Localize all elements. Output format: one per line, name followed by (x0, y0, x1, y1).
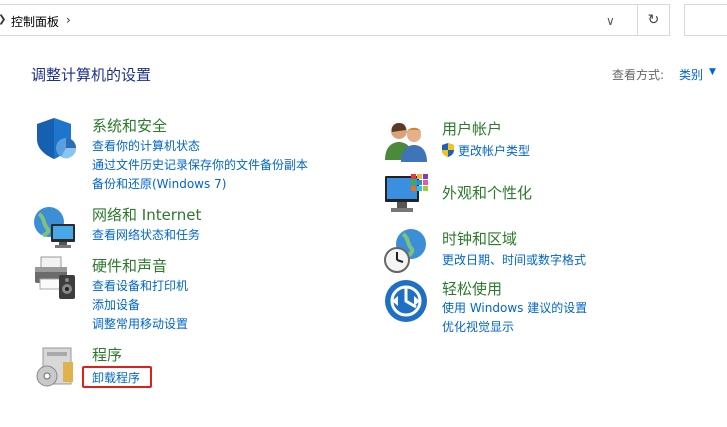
category-title[interactable]: 网络和 Internet (92, 204, 201, 225)
clock-globe-icon[interactable] (383, 228, 429, 274)
category-title[interactable]: 时钟和区域 (442, 228, 517, 249)
breadcrumb-chevron-icon[interactable]: › (66, 13, 71, 27)
chevron-down-icon[interactable]: ∨ (606, 14, 615, 28)
link-date-time-format[interactable]: 更改日期、时间或数字格式 (442, 251, 586, 268)
link-devices-printers[interactable]: 查看设备和打印机 (92, 277, 188, 294)
users-icon[interactable] (383, 118, 429, 164)
category-title[interactable]: 外观和个性化 (442, 182, 532, 203)
category-title[interactable]: 程序 (92, 344, 122, 365)
link-network-status[interactable]: 查看网络状态和任务 (92, 226, 200, 243)
refresh-icon: ↻ (647, 12, 660, 28)
view-by-label: 查看方式: (612, 68, 665, 82)
category-title[interactable]: 硬件和声音 (92, 255, 167, 276)
programs-disc-icon[interactable] (33, 344, 79, 390)
highlight-box (82, 366, 152, 388)
link-backup-restore[interactable]: 备份和还原(Windows 7) (92, 175, 226, 192)
link-mobility-settings[interactable]: 调整常用移动设置 (92, 315, 188, 332)
link-change-account-type[interactable]: 更改帐户类型 (458, 142, 530, 159)
link-view-computer-status[interactable]: 查看你的计算机状态 (92, 137, 200, 154)
accessibility-icon[interactable] (383, 278, 429, 324)
network-globe-icon[interactable] (33, 204, 79, 250)
refresh-button[interactable]: ↻ (638, 4, 670, 36)
shield-icon[interactable] (33, 115, 79, 161)
link-optimize-visual-display[interactable]: 优化视觉显示 (442, 318, 514, 335)
monitor-palette-icon[interactable] (383, 172, 429, 218)
chevron-down-icon[interactable]: ▼ (709, 67, 716, 77)
link-add-device[interactable]: 添加设备 (92, 296, 140, 313)
view-by-dropdown[interactable]: 类别 (679, 66, 703, 83)
link-file-history-backup[interactable]: 通过文件历史记录保存你的文件备份副本 (92, 156, 308, 173)
category-title[interactable]: 轻松使用 (442, 278, 502, 299)
breadcrumb-control-panel[interactable]: 控制面板 (11, 13, 59, 30)
breadcrumb-chevron-icon: ❯ (0, 14, 6, 25)
category-title[interactable]: 系统和安全 (92, 115, 167, 136)
search-input[interactable] (684, 4, 727, 36)
page-title: 调整计算机的设置 (31, 66, 152, 84)
link-windows-recommended-settings[interactable]: 使用 Windows 建议的设置 (442, 299, 587, 316)
printer-speaker-icon[interactable] (33, 255, 79, 301)
address-bar[interactable]: ❯ 控制面板 › ∨ (0, 4, 638, 36)
uac-shield-icon (442, 143, 454, 157)
category-title[interactable]: 用户帐户 (442, 118, 502, 139)
